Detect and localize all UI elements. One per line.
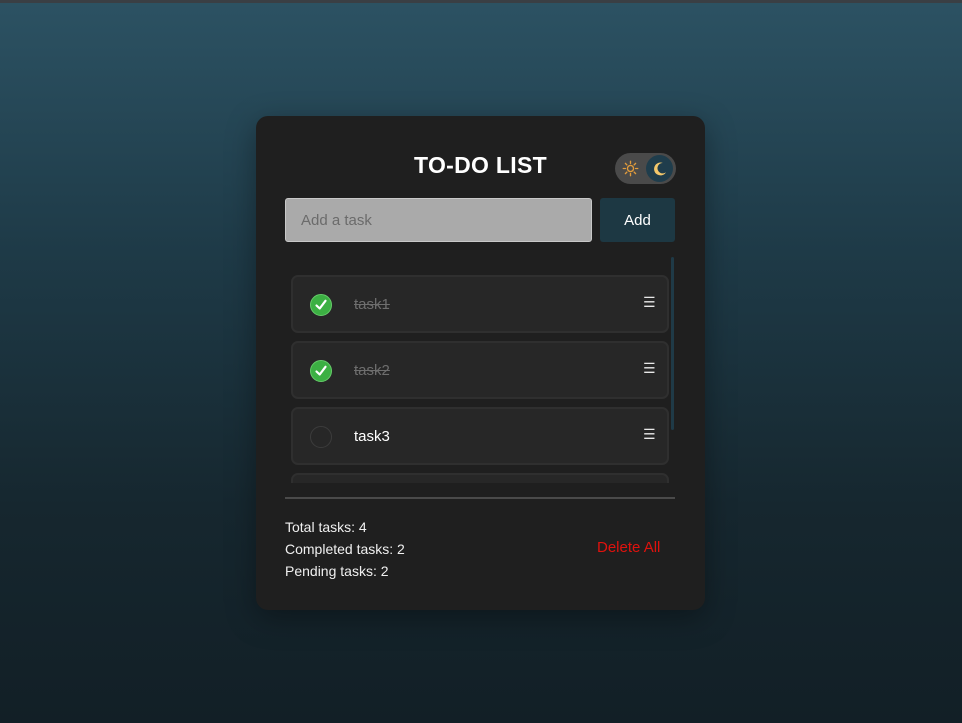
task-item: task2 ☰ — [291, 341, 669, 399]
todo-card: TO-DO LIST Add a task Add task1 ☰ task2 … — [256, 116, 705, 610]
pending-tasks-stat: Pending tasks: 2 — [285, 563, 389, 579]
task-input[interactable] — [285, 198, 592, 242]
theme-toggle[interactable] — [615, 153, 676, 184]
task-list-scrollbar[interactable] — [671, 257, 674, 430]
task-checkbox[interactable] — [310, 426, 332, 448]
browser-top-edge — [0, 0, 962, 3]
task-item: task1 ☰ — [291, 275, 669, 333]
drag-handle-icon[interactable]: ☰ — [643, 427, 656, 445]
checkmark-icon — [315, 299, 327, 310]
checkmark-icon — [315, 365, 327, 376]
task-list: task1 ☰ task2 ☰ task3 ☰ — [291, 275, 669, 483]
completed-tasks-stat: Completed tasks: 2 — [285, 541, 405, 557]
task-checkbox-checked[interactable] — [310, 360, 332, 382]
total-tasks-stat: Total tasks: 4 — [285, 519, 367, 535]
add-task-button[interactable]: Add — [600, 198, 675, 242]
task-item-partial — [291, 473, 669, 483]
moon-icon — [646, 155, 673, 182]
task-label: task3 — [354, 428, 390, 445]
task-label: task2 — [354, 362, 390, 379]
divider — [285, 497, 675, 499]
task-checkbox-checked[interactable] — [310, 294, 332, 316]
drag-handle-icon[interactable]: ☰ — [643, 361, 656, 379]
delete-all-button[interactable]: Delete All — [597, 539, 660, 556]
task-stats: Total tasks: 4 Completed tasks: 2 Pendin… — [285, 516, 405, 582]
task-label: task1 — [354, 296, 390, 313]
sun-icon — [621, 159, 640, 178]
drag-handle-icon[interactable]: ☰ — [643, 295, 656, 313]
task-item: task3 ☰ — [291, 407, 669, 465]
